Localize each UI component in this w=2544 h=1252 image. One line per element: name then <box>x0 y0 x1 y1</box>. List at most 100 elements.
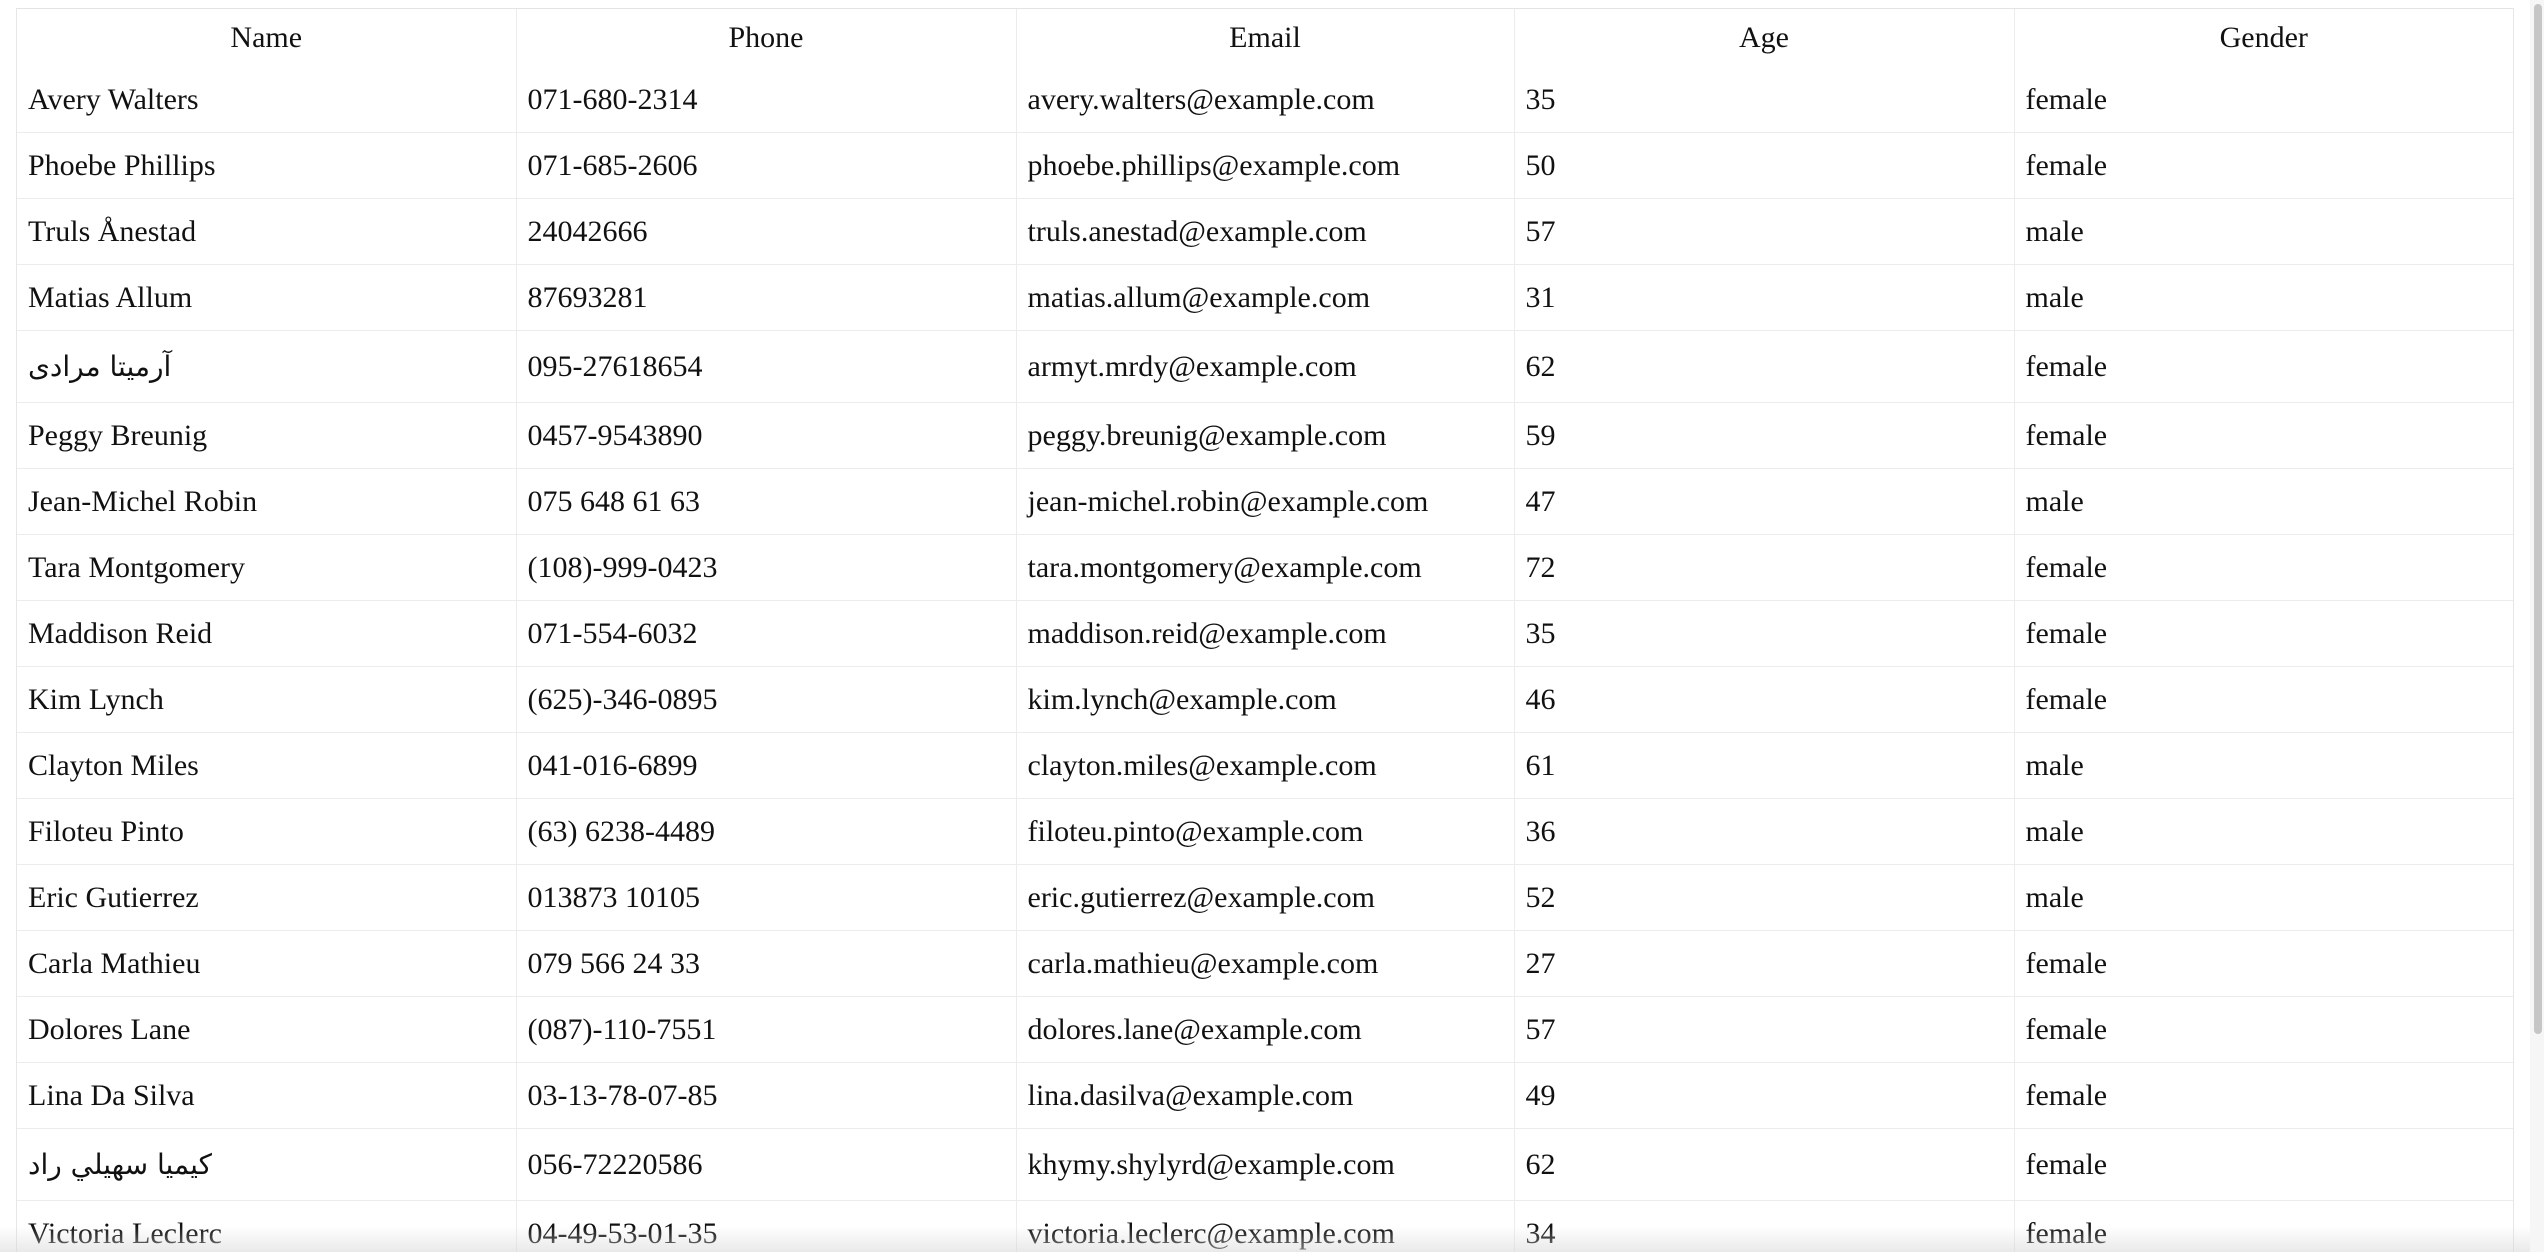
cell-email: filoteu.pinto@example.com <box>1015 798 1514 865</box>
cell-email: eric.gutierrez@example.com <box>1015 864 1514 931</box>
cell-gender: female <box>2013 67 2513 133</box>
cell-email: truls.anestad@example.com <box>1015 198 1514 265</box>
cell-email: peggy.breunig@example.com <box>1015 402 1514 469</box>
table-row[interactable]: Matias Allum 87693281 matias.allum@example… <box>17 264 2513 331</box>
cell-email: lina.dasilva@example.com <box>1015 1062 1514 1129</box>
table-row[interactable]: كيميا سهيلي راد 056-72220586 khymy.shylyrd… <box>17 1128 2513 1201</box>
cell-phone: (63) 6238-4489 <box>515 798 1016 865</box>
viewport: Name Phone Email Age Gender Avery Walter… <box>0 0 2544 1252</box>
cell-email: matias.allum@example.com <box>1015 264 1514 331</box>
cell-email: armyt.mrdy@example.com <box>1015 330 1514 403</box>
table-row[interactable]: Tara Montgomery (108)-999-0423 tara.montgo… <box>17 534 2513 601</box>
cell-gender: male <box>2013 468 2513 535</box>
cell-gender: female <box>2013 930 2513 997</box>
users-table: Name Phone Email Age Gender Avery Walter… <box>17 8 2513 1252</box>
cell-gender: male <box>2013 732 2513 799</box>
cell-name: Phoebe Phillips <box>17 132 516 199</box>
table-row[interactable]: Phoebe Phillips 071-685-2606 phoebe.philli… <box>17 132 2513 199</box>
column-header-gender[interactable]: Gender <box>2013 8 2513 67</box>
cell-email: avery.walters@example.com <box>1015 67 1514 133</box>
cell-gender: female <box>2013 132 2513 199</box>
cell-gender: female <box>2013 1062 2513 1129</box>
cell-age: 31 <box>1513 264 2014 331</box>
table-row[interactable]: Victoria Leclerc 04-49-53-01-35 victoria.l… <box>17 1200 2513 1252</box>
cell-age: 57 <box>1513 996 2014 1063</box>
table-row[interactable]: Peggy Breunig 0457-9543890 peggy.breunig@e… <box>17 402 2513 469</box>
cell-phone: 87693281 <box>515 264 1016 331</box>
cell-gender: male <box>2013 264 2513 331</box>
table-row[interactable]: Lina Da Silva 03-13-78-07-85 lina.dasilva@… <box>17 1062 2513 1129</box>
column-header-phone[interactable]: Phone <box>515 8 1016 67</box>
table-row[interactable]: Kim Lynch (625)-346-0895 kim.lynch@example… <box>17 666 2513 733</box>
table-row[interactable]: Carla Mathieu 079 566 24 33 carla.mathieu@… <box>17 930 2513 997</box>
cell-email: phoebe.phillips@example.com <box>1015 132 1514 199</box>
cell-age: 62 <box>1513 1128 2014 1201</box>
cell-phone: 071-680-2314 <box>515 67 1016 133</box>
cell-name-text: آرمیتا مرادی <box>28 349 172 383</box>
cell-phone: 071-554-6032 <box>515 600 1016 667</box>
cell-age: 47 <box>1513 468 2014 535</box>
cell-email: clayton.miles@example.com <box>1015 732 1514 799</box>
cell-name: Maddison Reid <box>17 600 516 667</box>
cell-email: tara.montgomery@example.com <box>1015 534 1514 601</box>
table-body: Avery Walters 071-680-2314 avery.walters@e… <box>17 67 2513 1252</box>
vertical-scrollbar[interactable] <box>2530 0 2544 1252</box>
cell-name: Dolores Lane <box>17 996 516 1063</box>
cell-name: Peggy Breunig <box>17 402 516 469</box>
cell-gender: male <box>2013 798 2513 865</box>
cell-gender: female <box>2013 1128 2513 1201</box>
cell-email: khymy.shylyrd@example.com <box>1015 1128 1514 1201</box>
cell-name: Carla Mathieu <box>17 930 516 997</box>
cell-gender: male <box>2013 198 2513 265</box>
table-row[interactable]: Eric Gutierrez 013873 10105 eric.gutierrez… <box>17 864 2513 931</box>
cell-phone: 095-27618654 <box>515 330 1016 403</box>
cell-age: 62 <box>1513 330 2014 403</box>
cell-phone: 013873 10105 <box>515 864 1016 931</box>
column-header-age[interactable]: Age <box>1513 8 2014 67</box>
cell-name-text: كيميا سهيلي راد <box>28 1147 212 1181</box>
cell-name: كيميا سهيلي راد <box>17 1128 516 1201</box>
cell-age: 35 <box>1513 600 2014 667</box>
cell-phone: (087)-110-7551 <box>515 996 1016 1063</box>
cell-name: Truls Ånestad <box>17 198 516 265</box>
cell-email: victoria.leclerc@example.com <box>1015 1200 1514 1252</box>
cell-gender: female <box>2013 1200 2513 1252</box>
cell-email: carla.mathieu@example.com <box>1015 930 1514 997</box>
cell-age: 36 <box>1513 798 2014 865</box>
table-row[interactable]: Truls Ånestad 24042666 truls.anestad@examp… <box>17 198 2513 265</box>
cell-age: 27 <box>1513 930 2014 997</box>
cell-age: 34 <box>1513 1200 2014 1252</box>
cell-name: Matias Allum <box>17 264 516 331</box>
cell-phone: 075 648 61 63 <box>515 468 1016 535</box>
cell-name: Filoteu Pinto <box>17 798 516 865</box>
cell-phone: 056-72220586 <box>515 1128 1016 1201</box>
cell-name: Tara Montgomery <box>17 534 516 601</box>
cell-gender: female <box>2013 402 2513 469</box>
cell-name: Avery Walters <box>17 67 516 133</box>
cell-age: 52 <box>1513 864 2014 931</box>
cell-email: maddison.reid@example.com <box>1015 600 1514 667</box>
cell-age: 46 <box>1513 666 2014 733</box>
cell-gender: female <box>2013 534 2513 601</box>
table-row[interactable]: Dolores Lane (087)-110-7551 dolores.lane@e… <box>17 996 2513 1063</box>
table-row[interactable]: Filoteu Pinto (63) 6238-4489 filoteu.pinto… <box>17 798 2513 865</box>
scrollbar-thumb[interactable] <box>2534 4 2542 1034</box>
cell-age: 57 <box>1513 198 2014 265</box>
cell-gender: female <box>2013 330 2513 403</box>
cell-phone: 03-13-78-07-85 <box>515 1062 1016 1129</box>
table-row[interactable]: Clayton Miles 041-016-6899 clayton.miles@e… <box>17 732 2513 799</box>
cell-phone: 079 566 24 33 <box>515 930 1016 997</box>
cell-gender: female <box>2013 600 2513 667</box>
cell-name: Kim Lynch <box>17 666 516 733</box>
cell-email: jean-michel.robin@example.com <box>1015 468 1514 535</box>
cell-age: 72 <box>1513 534 2014 601</box>
table-row[interactable]: Avery Walters 071-680-2314 avery.walters@e… <box>17 67 2513 133</box>
column-header-email[interactable]: Email <box>1015 8 1514 67</box>
table-row[interactable]: Jean-Michel Robin 075 648 61 63 jean-miche… <box>17 468 2513 535</box>
cell-name: Clayton Miles <box>17 732 516 799</box>
header-row: Name Phone Email Age Gender <box>17 8 2513 67</box>
cell-age: 50 <box>1513 132 2014 199</box>
table-row[interactable]: Maddison Reid 071-554-6032 maddison.reid@e… <box>17 600 2513 667</box>
table-row[interactable]: آرمیتا مرادی 095-27618654 armyt.mrdy@examp… <box>17 330 2513 403</box>
column-header-name[interactable]: Name <box>17 8 516 67</box>
